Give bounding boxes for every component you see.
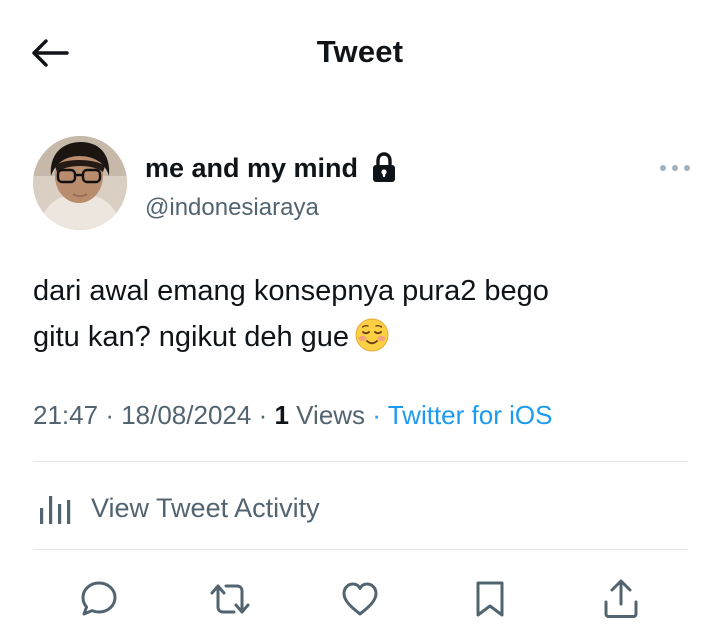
lock-icon xyxy=(373,152,396,182)
tweet-text: dari awal emang konsepnya pura2 bego git… xyxy=(33,268,683,360)
views-label[interactable]: Views xyxy=(296,400,365,430)
bookmark-icon xyxy=(476,581,504,617)
heart-icon xyxy=(342,582,378,616)
divider xyxy=(33,461,688,462)
bar-chart-icon xyxy=(40,496,71,524)
author-name-row[interactable]: me and my mind xyxy=(145,150,398,186)
tweet-time: 21:47 xyxy=(33,400,99,430)
separator-dot: · xyxy=(105,400,122,430)
divider xyxy=(33,549,688,550)
tweet-text-line: gitu kan? ngikut deh gue xyxy=(33,321,350,353)
tweet-meta: 21:47 · 18/08/2024 · 1 Views · Twitter f… xyxy=(33,400,552,431)
more-options-button[interactable] xyxy=(656,156,694,180)
like-button[interactable] xyxy=(335,574,385,624)
top-bar: Tweet xyxy=(0,0,720,108)
tweet-source-link[interactable]: Twitter for iOS xyxy=(388,400,553,430)
share-button[interactable] xyxy=(596,574,646,624)
avatar[interactable] xyxy=(33,136,127,230)
more-horizontal-icon xyxy=(660,165,690,171)
view-tweet-activity-button[interactable]: View Tweet Activity xyxy=(33,478,688,538)
page-title: Tweet xyxy=(316,34,404,69)
author-display-name[interactable]: me and my mind xyxy=(145,153,358,184)
share-icon xyxy=(604,579,638,618)
retweet-button[interactable] xyxy=(205,574,255,624)
tweet-action-bar xyxy=(0,570,720,630)
reply-icon xyxy=(81,581,117,616)
view-tweet-activity-label: View Tweet Activity xyxy=(91,492,320,523)
smiling-face-icon xyxy=(355,318,389,352)
author-handle[interactable]: @indonesiaraya xyxy=(145,194,319,222)
tweet-date: 18/08/2024 xyxy=(121,400,252,430)
reply-button[interactable] xyxy=(74,574,124,624)
tweet-text-line: dari awal emang konsepnya pura2 bego xyxy=(33,275,549,307)
separator-dot: · xyxy=(258,400,275,430)
views-count[interactable]: 1 xyxy=(274,400,288,430)
retweet-icon xyxy=(210,584,250,614)
bookmark-button[interactable] xyxy=(465,574,515,624)
separator-dot: · xyxy=(372,400,388,430)
tweet-text-line-2: gitu kan? ngikut deh gue xyxy=(33,314,683,360)
